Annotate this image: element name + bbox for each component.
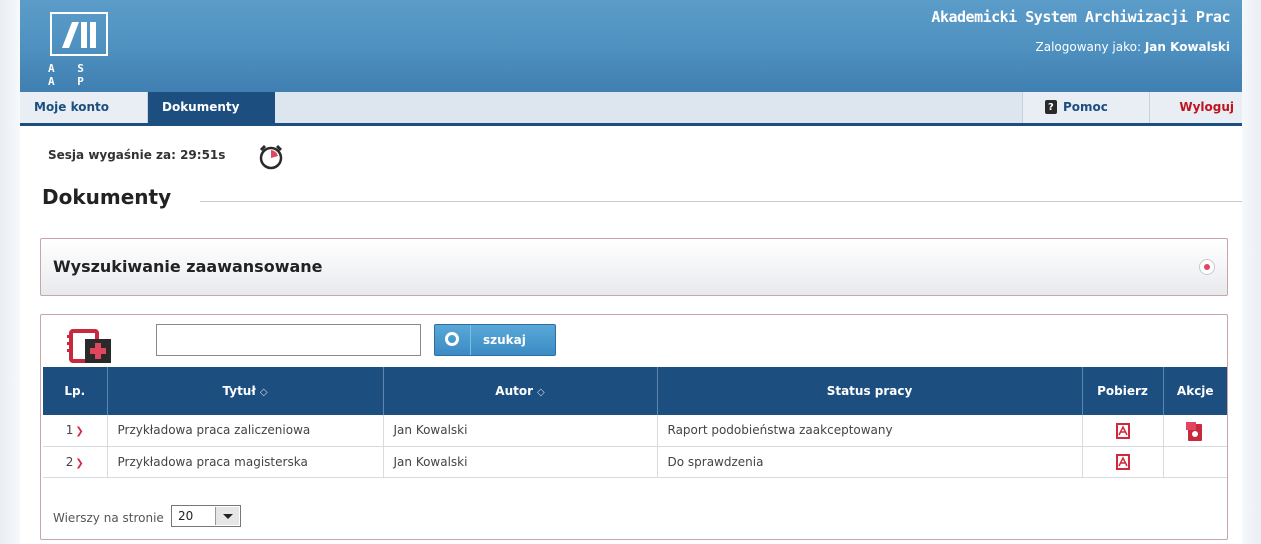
header: A S A P Akademicki System Archiwizacji P… bbox=[20, 0, 1242, 92]
status-cell: Raport podobieństwa zaakceptowany bbox=[657, 415, 1083, 447]
col-header-title-label: Tytuł bbox=[222, 384, 256, 398]
logo-text: A S A P bbox=[48, 62, 92, 88]
col-header-download: Pobierz bbox=[1082, 367, 1164, 415]
author-cell: Jan Kowalski bbox=[383, 415, 658, 447]
rows-per-page-label: Wierszy na stronie bbox=[53, 511, 164, 525]
col-header-lp: Lp. bbox=[43, 367, 108, 415]
download-cell bbox=[1082, 415, 1164, 447]
expand-toggle-icon[interactable] bbox=[1199, 259, 1215, 275]
search-input[interactable] bbox=[156, 324, 421, 356]
actions-cell bbox=[1163, 415, 1227, 447]
help-icon bbox=[1045, 92, 1057, 123]
asap-logo: A S A P bbox=[42, 10, 112, 88]
table-row: 2 ❯ Przykładowa praca magisterska Jan Kow… bbox=[43, 446, 1227, 478]
title-divider bbox=[200, 201, 1242, 202]
author-cell: Jan Kowalski bbox=[383, 446, 658, 478]
pdf-icon[interactable] bbox=[1115, 422, 1130, 439]
alarm-clock-icon bbox=[259, 144, 283, 170]
tab-pomoc-label: Pomoc bbox=[1063, 100, 1108, 114]
search-icon bbox=[435, 325, 471, 355]
table-header-row: Lp. Tytuł ◇ Autor ◇ Status pracy Pobierz A… bbox=[43, 367, 1227, 415]
rows-per-page-select[interactable]: 20 bbox=[171, 505, 241, 527]
tab-pomoc[interactable]: Pomoc bbox=[1022, 92, 1150, 123]
search-button[interactable]: szukaj bbox=[434, 324, 556, 356]
page: A S A P Akademicki System Archiwizacji P… bbox=[20, 0, 1242, 544]
status-cell: Do sprawdzenia bbox=[657, 446, 1083, 478]
row-number-cell[interactable]: 1 ❯ bbox=[43, 415, 108, 447]
title-cell: Przykładowa praca magisterska bbox=[107, 446, 384, 478]
col-header-status: Status pracy bbox=[657, 367, 1083, 415]
user-name: Jan Kowalski bbox=[1144, 40, 1230, 54]
col-header-actions: Akcje bbox=[1163, 367, 1227, 415]
logged-in-as: Zalogowany jako: Jan Kowalski bbox=[1036, 40, 1230, 54]
advanced-search-panel[interactable]: Wyszukiwanie zaawansowane bbox=[40, 238, 1228, 296]
title-cell: Przykładowa praca zaliczeniowa bbox=[107, 415, 384, 447]
tab-moje-konto[interactable]: Moje konto bbox=[20, 92, 148, 123]
main-nav: Moje konto Dokumenty Pomoc Wyloguj bbox=[20, 92, 1242, 126]
row-number-cell[interactable]: 2 ❯ bbox=[43, 446, 108, 478]
tab-dokumenty[interactable]: Dokumenty bbox=[148, 92, 275, 123]
rows-per-page-value: 20 bbox=[178, 509, 194, 523]
report-icon[interactable] bbox=[1186, 421, 1204, 442]
expand-row-icon[interactable]: ❯ bbox=[75, 426, 83, 437]
search-button-label: szukaj bbox=[483, 333, 526, 347]
pdf-icon[interactable] bbox=[1115, 454, 1130, 470]
page-title: Dokumenty bbox=[42, 185, 182, 209]
logout-link[interactable]: Wyloguj bbox=[1150, 92, 1242, 123]
row-number: 1 bbox=[65, 423, 74, 438]
main-content: Sesja wygaśnie za: 29:51s Dokumenty Wysz… bbox=[20, 126, 1242, 544]
col-header-author-label: Autor bbox=[495, 384, 534, 398]
expand-row-icon[interactable]: ❯ bbox=[75, 458, 83, 469]
sort-icon: ◇ bbox=[259, 387, 268, 398]
app-title: Akademicki System Archiwizacji Prac bbox=[931, 8, 1230, 26]
documents-table: Lp. Tytuł ◇ Autor ◇ Status pracy Pobierz A… bbox=[43, 367, 1227, 478]
row-number: 2 bbox=[65, 454, 74, 469]
advanced-search-title: Wyszukiwanie zaawansowane bbox=[53, 257, 323, 276]
session-timer: Sesja wygaśnie za: 29:51s bbox=[48, 148, 226, 162]
download-cell bbox=[1082, 446, 1164, 478]
col-header-title[interactable]: Tytuł ◇ bbox=[107, 367, 384, 415]
logged-as-label: Zalogowany jako: bbox=[1035, 40, 1142, 54]
chevron-down-icon[interactable] bbox=[215, 507, 239, 525]
logo-glyph-icon bbox=[62, 22, 96, 48]
add-document-icon[interactable] bbox=[65, 327, 117, 367]
sort-icon: ◇ bbox=[537, 387, 545, 398]
logo-mark bbox=[50, 12, 108, 56]
table-row: 1 ❯ Przykładowa praca zaliczeniowa Jan Ko… bbox=[43, 415, 1227, 447]
actions-cell bbox=[1163, 446, 1227, 478]
col-header-author[interactable]: Autor ◇ bbox=[383, 367, 658, 415]
documents-panel: szukaj Lp. Tytuł ◇ Autor ◇ Status pracy Po… bbox=[40, 314, 1228, 540]
